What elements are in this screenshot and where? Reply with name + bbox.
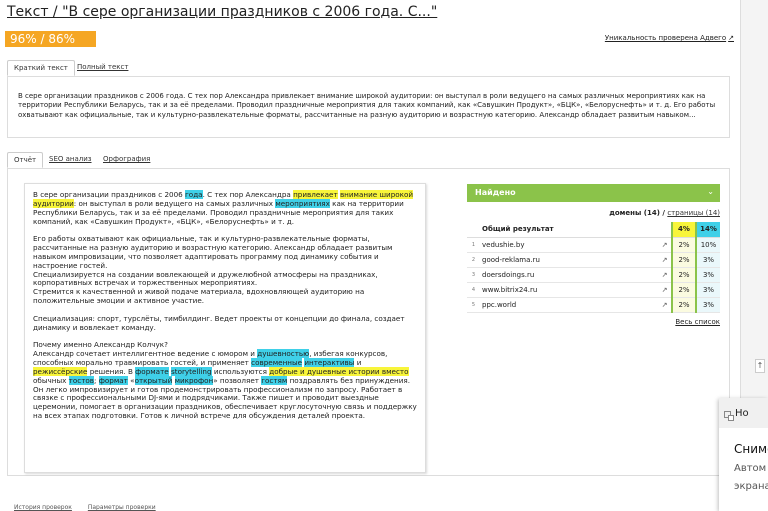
match-highlight: формате <box>135 366 169 376</box>
results-table: Общий результат 4% 14% 1 vedushie.by ↗ 2… <box>467 222 720 313</box>
report-paragraph: Его работы охватывают как официальные, т… <box>33 234 393 306</box>
tab-check-params[interactable]: Параметры проверки <box>88 504 156 511</box>
match-highlight: гостям <box>261 375 288 385</box>
found-header[interactable]: Найдено ⌄ <box>467 184 720 202</box>
uniqueness-checked-link[interactable]: Уникальность проверена Адвего ↗ <box>605 34 734 42</box>
screenshot-notification[interactable]: Но Снимо Автом экрана <box>719 398 768 511</box>
uniqueness-link-label[interactable]: Уникальность проверена Адвего <box>605 34 726 42</box>
match-highlight: современные <box>251 358 303 368</box>
notification-header: Но <box>719 398 768 428</box>
full-list-link[interactable]: Весь список <box>467 313 720 326</box>
snipping-tool-icon <box>724 411 734 421</box>
external-link-icon[interactable]: ↗ <box>658 252 672 268</box>
domains-pages-switch: домены (14) / страницы (14) <box>467 202 720 222</box>
table-row: 2 good-reklama.ru ↗ 2% 3% <box>467 252 720 268</box>
external-link-icon: ↗ <box>728 34 734 42</box>
main-area: Текст / "В сере организации праздников с… <box>0 0 740 511</box>
tab-report[interactable]: Отчёт <box>7 152 44 168</box>
match-highlight: мероприятиях <box>275 198 330 208</box>
match-highlight: интерактивы <box>304 358 355 368</box>
report-paragraph: Специализация: спорт, турслёты, тимбилди… <box>33 313 405 332</box>
bottom-tabs: История проверок Параметры проверки <box>14 504 170 511</box>
total-label: Общий результат <box>480 222 658 238</box>
notification-app-name: Но <box>735 408 749 419</box>
up-arrow-icon[interactable]: ↑ <box>755 359 765 373</box>
table-row: 3 doersdoings.ru ↗ 2% 3% <box>467 267 720 283</box>
report-paragraph: В сере организации праздников с 2006 год… <box>33 190 414 226</box>
short-text-box: В сере организации праздников с 2006 год… <box>7 76 730 138</box>
external-link-icon[interactable]: ↗ <box>658 282 672 298</box>
report-tabs: Отчёт SEO анализ Орфография <box>7 152 730 168</box>
tab-short-text[interactable]: Краткий текст <box>7 60 75 76</box>
uniqueness-score-badge: 96% / 86% <box>5 31 96 47</box>
match-highlight: добрые и душевные истории вместо <box>269 366 409 376</box>
highlighted-report-text: В сере организации праздников с 2006 год… <box>24 183 426 473</box>
match-highlight: тостов <box>68 375 95 385</box>
table-row: 1 vedushie.by ↗ 2% 10% <box>467 237 720 253</box>
match-highlight: открытый <box>134 375 173 385</box>
total-row: Общий результат 4% 14% <box>467 222 720 238</box>
notification-body: Автом экрана <box>734 463 768 492</box>
external-link-icon[interactable]: ↗ <box>658 297 672 313</box>
domain-name[interactable]: www.bitrix24.ru <box>480 282 658 298</box>
match-highlight: года <box>185 190 203 199</box>
domain-name[interactable]: doersdoings.ru <box>480 267 658 283</box>
total-p2: 14% <box>695 222 720 238</box>
domain-name[interactable]: good-reklama.ru <box>480 252 658 268</box>
page-title[interactable]: Текст / "В сере организации праздников с… <box>7 4 437 20</box>
found-results-panel: Найдено ⌄ домены (14) / страницы (14) Общ… <box>467 184 720 326</box>
match-highlight: душевностью <box>257 349 310 359</box>
domain-name[interactable]: vedushie.by <box>480 237 658 253</box>
match-highlight: микрофон <box>174 375 214 385</box>
match-highlight: режиссёрские <box>33 366 88 376</box>
report-paragraph: Почему именно Александр Колчук? Александр… <box>33 340 417 421</box>
domains-label: домены (14) / <box>609 209 668 217</box>
notification-title: Снимо <box>734 442 768 456</box>
report-panel: В сере организации праздников с 2006 год… <box>7 168 730 476</box>
text-tabs: Краткий текст Полный текст <box>7 60 727 76</box>
match-highlight: формат <box>98 375 128 385</box>
pages-link[interactable]: страницы (14) <box>667 209 720 217</box>
tab-seo-analysis[interactable]: SEO анализ <box>43 152 98 166</box>
match-highlight: storytelling <box>171 366 212 376</box>
tab-spelling[interactable]: Орфография <box>97 152 156 166</box>
external-link-icon[interactable]: ↗ <box>658 267 672 283</box>
domain-name[interactable]: ppc.world <box>480 297 658 313</box>
table-row: 4 www.bitrix24.ru ↗ 2% 3% <box>467 282 720 298</box>
tab-full-text[interactable]: Полный текст <box>71 60 134 74</box>
tab-check-history[interactable]: История проверок <box>14 504 72 511</box>
external-link-icon[interactable]: ↗ <box>658 237 672 253</box>
table-row: 5 ppc.world ↗ 2% 3% <box>467 297 720 313</box>
total-p1: 4% <box>671 222 696 238</box>
match-highlight: привлекает <box>293 190 338 199</box>
chevron-down-icon[interactable]: ⌄ <box>707 187 714 196</box>
